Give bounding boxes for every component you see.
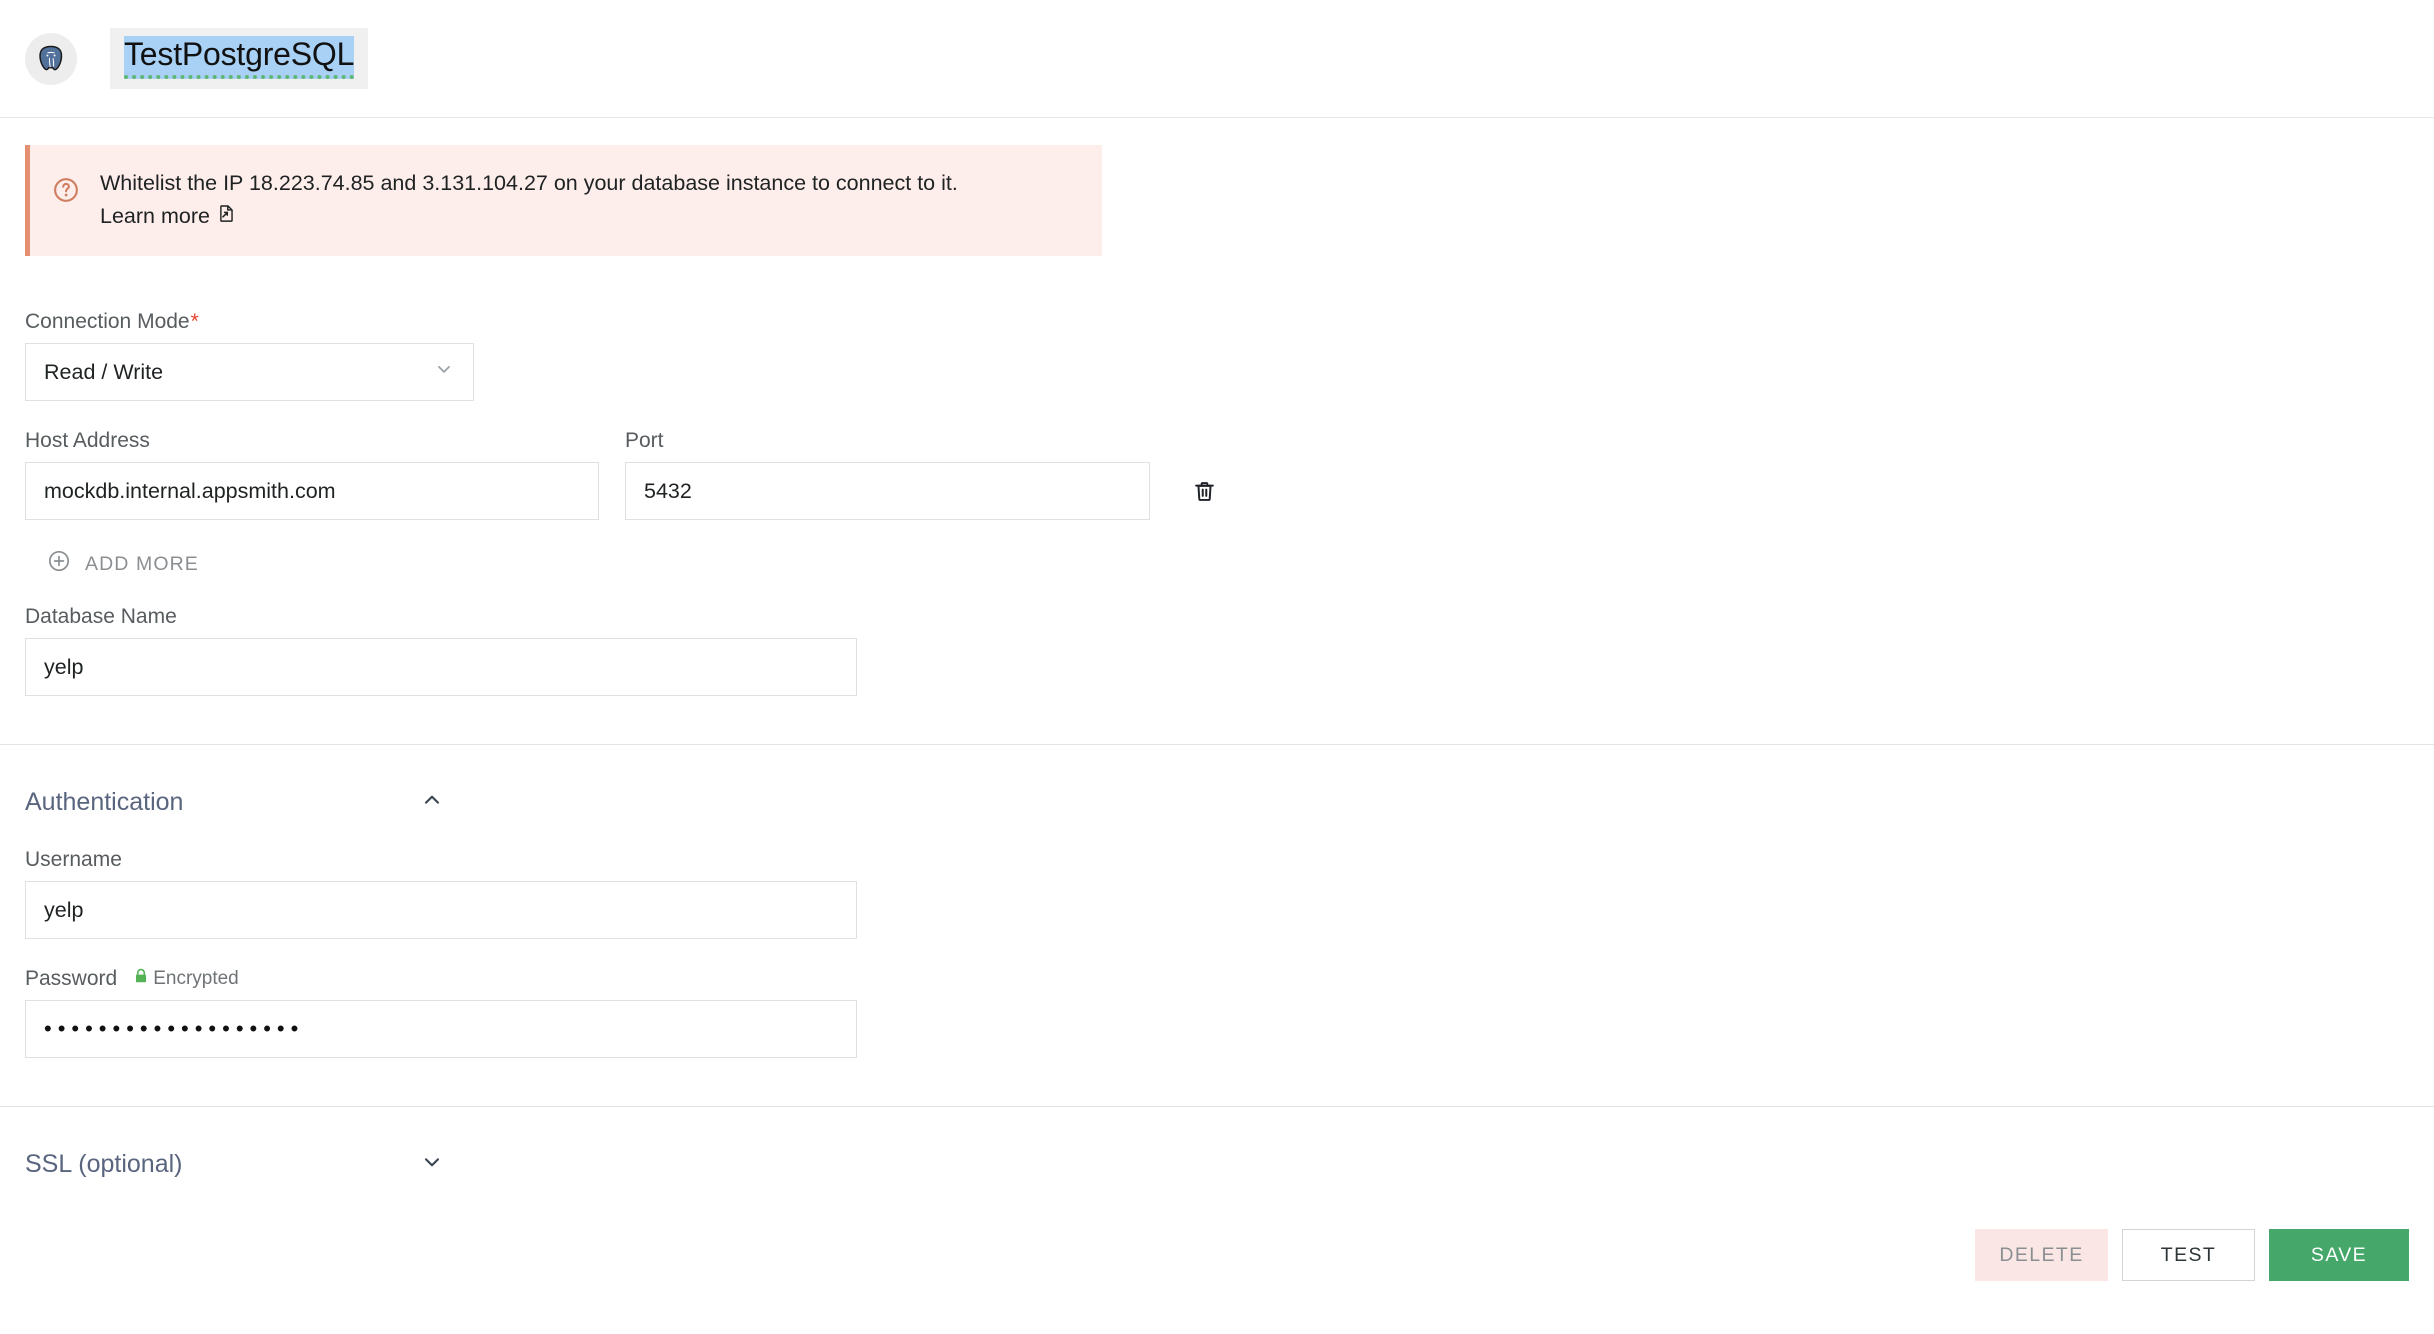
datasource-header: TestPostgreSQL — [0, 0, 2434, 118]
add-more-button[interactable]: ADD MORE — [47, 549, 199, 579]
plus-circle-icon — [47, 549, 71, 579]
password-input[interactable]: ••••••••••••••••••• — [25, 1000, 857, 1059]
host-address-label: Host Address — [25, 429, 150, 453]
lock-icon — [132, 967, 150, 991]
test-button[interactable]: TEST — [2122, 1229, 2255, 1281]
ssl-section-toggle[interactable]: SSL (optional) — [25, 1149, 445, 1180]
username-field: Username yelp — [25, 848, 2409, 940]
database-name-value: yelp — [44, 654, 84, 679]
whitelist-ip-callout: Whitelist the IP 18.223.74.85 and 3.131.… — [25, 145, 1102, 257]
host-address-input[interactable]: mockdb.internal.appsmith.com — [25, 462, 599, 521]
port-input[interactable]: 5432 — [625, 462, 1150, 521]
database-name-input[interactable]: yelp — [25, 638, 857, 697]
help-question-circle-icon — [52, 176, 80, 209]
trash-icon[interactable] — [1176, 462, 1232, 520]
datasource-name-text: TestPostgreSQL — [124, 36, 354, 79]
chevron-down-icon — [419, 1149, 445, 1180]
datasource-name-input[interactable]: TestPostgreSQL — [110, 28, 369, 89]
postgresql-elephant-icon — [25, 32, 77, 85]
endpoint-row: Host Address mockdb.internal.appsmith.co… — [25, 429, 2409, 521]
username-label: Username — [25, 848, 122, 872]
password-value: ••••••••••••••••••• — [44, 1016, 305, 1042]
encrypted-badge: Encrypted — [132, 967, 239, 991]
connection-mode-value: Read / Write — [44, 359, 164, 384]
ssl-title: SSL (optional) — [25, 1150, 183, 1179]
username-input[interactable]: yelp — [25, 881, 857, 940]
database-name-field: Database Name yelp — [25, 605, 2409, 697]
form-action-buttons: DELETE TEST SAVE — [1975, 1229, 2409, 1281]
host-address-field: Host Address mockdb.internal.appsmith.co… — [25, 429, 599, 521]
host-address-value: mockdb.internal.appsmith.com — [44, 478, 336, 503]
database-name-label: Database Name — [25, 605, 177, 629]
required-asterisk: * — [190, 310, 199, 334]
delete-button[interactable]: DELETE — [1975, 1229, 2108, 1281]
password-label: Password — [25, 967, 118, 991]
document-external-link-icon — [217, 200, 236, 233]
encrypted-label: Encrypted — [153, 968, 239, 990]
learn-more-label: Learn more — [100, 203, 210, 228]
connection-mode-field: Connection Mode* Read / Write — [25, 310, 2409, 402]
port-label: Port — [625, 429, 664, 453]
save-button[interactable]: SAVE — [2269, 1229, 2409, 1281]
chevron-up-icon — [419, 787, 445, 818]
authentication-title: Authentication — [25, 788, 184, 817]
connection-mode-select[interactable]: Read / Write — [25, 343, 474, 402]
username-value: yelp — [44, 897, 84, 922]
port-value: 5432 — [644, 478, 692, 503]
callout-message: Whitelist the IP 18.223.74.85 and 3.131.… — [100, 171, 958, 195]
password-field: Password Encrypted ••••••••••••••••••• — [25, 967, 2409, 1059]
authentication-section-toggle[interactable]: Authentication — [25, 787, 445, 818]
chevron-down-icon — [433, 358, 455, 386]
connection-mode-label: Connection Mode* — [25, 310, 199, 334]
learn-more-link[interactable]: Learn more — [100, 200, 236, 233]
port-field: Port 5432 — [625, 429, 1150, 521]
add-more-label: ADD MORE — [85, 552, 199, 575]
